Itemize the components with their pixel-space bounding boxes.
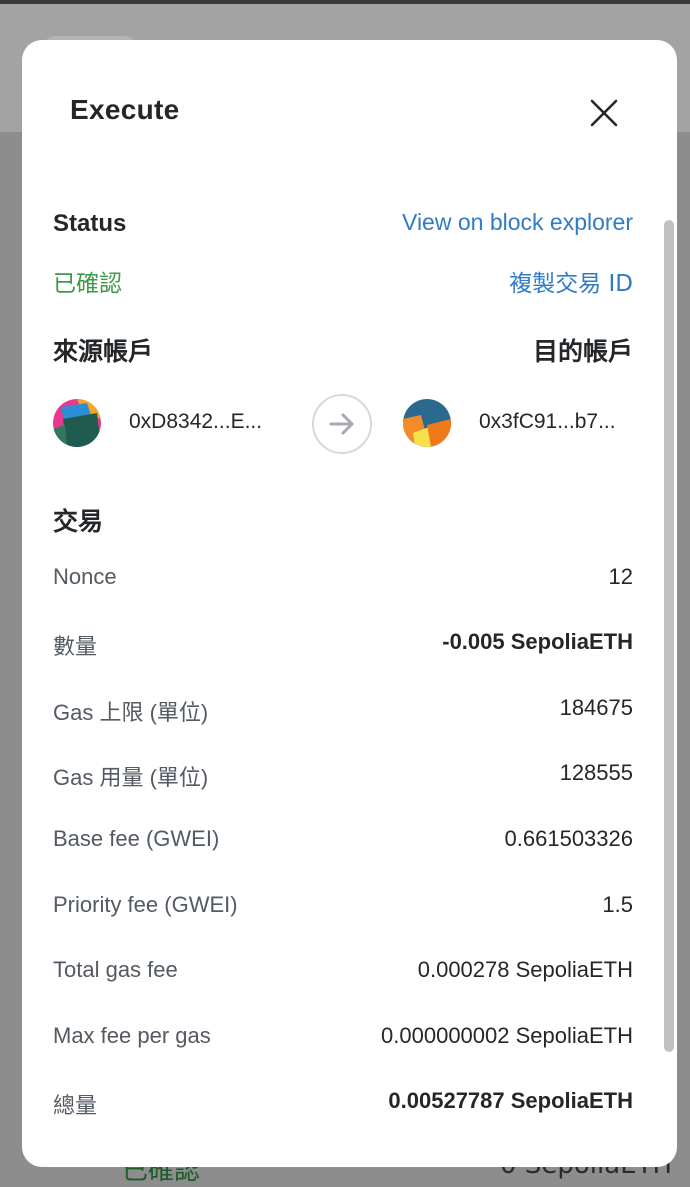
detail-value: -0.005 SepoliaETH	[442, 629, 633, 654]
to-account-avatar	[403, 399, 451, 447]
view-on-block-explorer-link[interactable]: View on block explorer	[402, 209, 633, 236]
detail-row-priority-fee: Priority fee (GWEI) 1.5	[53, 892, 633, 924]
detail-value: 184675	[559, 695, 633, 720]
detail-label: Total gas fee	[53, 957, 178, 982]
detail-value: 0.000278 SepoliaETH	[417, 957, 633, 982]
status-badge: 已確認	[53, 271, 122, 297]
transaction-heading: 交易	[53, 507, 104, 536]
detail-value: 0.000000002 SepoliaETH	[381, 1023, 633, 1048]
detail-label: 總量	[53, 1093, 98, 1118]
execute-modal: Execute Status View on block explorer 已確…	[22, 40, 677, 1167]
status-label: Status	[53, 210, 127, 237]
detail-row-gas-limit: Gas 上限 (單位) 184675	[53, 695, 633, 727]
detail-row-nonce: Nonce 12	[53, 564, 633, 596]
detail-value: 0.661503326	[504, 826, 633, 851]
detail-value: 12	[608, 564, 633, 589]
detail-label: Priority fee (GWEI)	[53, 892, 238, 917]
detail-row-amount: 數量 -0.005 SepoliaETH	[53, 629, 633, 661]
detail-label: Gas 用量 (單位)	[53, 765, 209, 790]
to-account-address[interactable]: 0x3fC91...b7...	[479, 410, 616, 434]
arrow-right-icon	[312, 394, 372, 454]
detail-value: 128555	[559, 760, 633, 785]
close-icon[interactable]	[586, 95, 622, 131]
modal-title: Execute	[70, 94, 180, 125]
to-account-label: 目的帳戶	[532, 337, 633, 366]
copy-transaction-id-link[interactable]: 複製交易 ID	[509, 264, 633, 298]
from-account-address[interactable]: 0xD8342...E...	[129, 410, 262, 434]
from-account-label: 來源帳戶	[53, 337, 154, 366]
detail-row-total: 總量 0.00527787 SepoliaETH	[53, 1088, 633, 1120]
detail-label: Base fee (GWEI)	[53, 826, 220, 851]
detail-label: Max fee per gas	[53, 1023, 211, 1048]
detail-value: 1.5	[602, 892, 633, 917]
detail-label: Gas 上限 (單位)	[53, 700, 209, 725]
detail-label: 數量	[53, 634, 98, 659]
detail-value: 0.00527787 SepoliaETH	[388, 1088, 633, 1113]
detail-row-gas-used: Gas 用量 (單位) 128555	[53, 760, 633, 792]
detail-row-base-fee: Base fee (GWEI) 0.661503326	[53, 826, 633, 858]
detail-row-total-gas-fee: Total gas fee 0.000278 SepoliaETH	[53, 957, 633, 989]
detail-label: Nonce	[53, 564, 117, 589]
from-account-avatar	[53, 399, 101, 447]
scrollbar[interactable]	[664, 220, 674, 1052]
detail-row-max-fee-per-gas: Max fee per gas 0.000000002 SepoliaETH	[53, 1023, 633, 1055]
